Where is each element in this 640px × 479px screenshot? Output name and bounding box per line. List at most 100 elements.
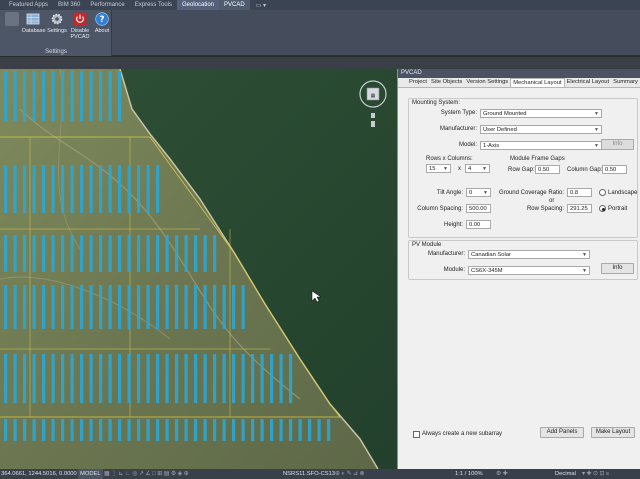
column-spacing-input[interactable]: 500.00 — [466, 204, 491, 213]
tilt-angle-select[interactable]: 0 ▼ — [466, 188, 491, 197]
settings-icon[interactable]: ⚙ ✚ — [496, 469, 508, 479]
landscape-label: Landscape — [608, 190, 638, 196]
tab-geolocation[interactable]: Geolocation — [177, 0, 220, 10]
pv-panel-row — [51, 165, 55, 213]
module-manufacturer-value: Canadian Solar — [471, 252, 511, 258]
column-gap-label: Column Gap: — [567, 167, 603, 173]
model-space-button[interactable]: MODEL — [78, 469, 103, 479]
tab-mechanical-layout[interactable]: Mechanical Layout — [510, 78, 565, 87]
coordinate-system-readout[interactable]: NSRS11.SFO-CS13 — [283, 469, 335, 479]
frame-gaps-label: Module Frame Gaps — [510, 156, 565, 162]
status-tools-icons[interactable]: ▦ ⋮ ⊾ ∟ ◎ ↗ ∠ □ ⊞ ▤ ⚙ ◈ ⊕ — [104, 469, 189, 479]
tab-pvcad[interactable]: PVCAD — [219, 0, 250, 10]
module-info-button[interactable]: Info — [601, 263, 634, 274]
pv-panel-row — [127, 165, 131, 213]
database-button[interactable]: Database — [22, 12, 46, 44]
pv-panel-row — [13, 285, 17, 329]
tilt-angle-value: 0 — [469, 190, 473, 196]
pv-panel-row — [89, 235, 93, 272]
tab-version-settings[interactable]: Version Settings — [464, 78, 510, 87]
pv-panel-row — [175, 235, 179, 272]
system-type-select[interactable]: Ground Mounted ▼ — [480, 109, 602, 118]
model-select[interactable]: 1-Axis ▼ — [480, 141, 602, 150]
drawing-viewport[interactable]: ▦ — [0, 69, 397, 469]
pv-panel-row — [61, 419, 65, 441]
pv-panel-row — [137, 354, 141, 403]
pv-panel-row — [156, 354, 160, 403]
always-create-checkbox[interactable] — [413, 431, 420, 438]
pv-panel-row — [108, 354, 112, 403]
ribbon-tab-bar: Featured Apps BIM 360 Performance Expres… — [0, 0, 640, 10]
pv-module-group: PV Module Manufacturer: Canadian Solar ▼ … — [408, 240, 638, 280]
pv-panel-row — [127, 235, 131, 272]
portrait-radio[interactable] — [599, 205, 606, 212]
disable-pvcad-button[interactable]: Disable PVCAD — [69, 12, 91, 44]
pv-panel-row — [89, 419, 93, 441]
customize-icons[interactable]: ▾ ✚ ⊙ ⊡ ≡ — [582, 469, 609, 479]
tab-project[interactable]: Project — [407, 78, 429, 87]
pv-panel-row — [4, 235, 8, 272]
pv-panel-row — [80, 285, 84, 329]
tab-electrical-layout[interactable]: Electrical Layout — [565, 78, 612, 87]
pv-panel-row — [232, 285, 236, 329]
model-value: 1-Axis — [483, 143, 500, 149]
pv-panel-row — [184, 235, 188, 272]
about-label: About — [94, 28, 110, 34]
pv-panel-row — [42, 235, 46, 272]
module-select[interactable]: CS6X-345M ▼ — [468, 266, 590, 275]
landscape-radio[interactable] — [599, 189, 606, 196]
pv-panel-row — [317, 419, 321, 441]
pv-panel-row — [51, 285, 55, 329]
pv-panel-row — [194, 354, 198, 403]
pv-panel-row — [241, 419, 245, 441]
row-gap-input[interactable]: 0.50 — [535, 165, 560, 174]
blank-ribbon-button[interactable] — [1, 12, 23, 44]
pv-panel-row — [251, 419, 255, 441]
tab-site-objects[interactable]: Site Objects — [429, 78, 464, 87]
pv-panel-row — [241, 285, 245, 329]
chevron-down-icon: ▼ — [482, 166, 487, 172]
scale-readout[interactable]: 1:1 / 100% — [455, 469, 483, 479]
mounting-info-button[interactable]: Info — [601, 139, 634, 150]
make-layout-button[interactable]: Make Layout — [591, 427, 635, 438]
pv-panel-row — [99, 354, 103, 403]
pv-panel-row — [13, 419, 17, 441]
gear-icon — [50, 12, 64, 26]
pv-panel-row — [270, 354, 274, 403]
tab-performance[interactable]: Performance — [85, 0, 129, 10]
about-button[interactable]: ? About — [91, 12, 113, 44]
pv-panel-row — [184, 354, 188, 403]
tab-featured-apps[interactable]: Featured Apps — [4, 0, 53, 10]
columns-select[interactable]: 4 ▼ — [465, 164, 490, 173]
pv-panel-row — [118, 285, 122, 329]
units-readout[interactable]: Decimal — [555, 469, 576, 479]
pv-panel-row — [70, 165, 74, 213]
ribbon-panel: Database Settings Disable PVCAD ? About — [0, 10, 640, 56]
pv-panel-row — [32, 235, 36, 272]
database-label: Database — [22, 28, 46, 34]
mounting-manufacturer-select[interactable]: User Defined ▼ — [480, 125, 602, 134]
pv-panel-row — [137, 165, 141, 213]
pv-panel-row — [260, 419, 264, 441]
pv-panel-row — [175, 354, 179, 403]
rows-columns-label: Rows x Columns: — [426, 156, 473, 162]
tab-express-tools[interactable]: Express Tools — [130, 0, 177, 10]
row-spacing-input[interactable]: 291.25 — [567, 204, 592, 213]
pv-panel-row — [23, 71, 27, 121]
gcr-input[interactable]: 0.8 — [567, 188, 592, 197]
annotation-icons[interactable]: ⊕ ◐ ✎ ⊿ ⊗ — [335, 469, 364, 479]
settings-button[interactable]: Settings — [46, 12, 68, 44]
pv-panel-row — [308, 419, 312, 441]
tab-bim-360[interactable]: BIM 360 — [53, 0, 85, 10]
pv-panel-row — [156, 165, 160, 213]
column-gap-input[interactable]: 0.50 — [602, 165, 627, 174]
chevron-down-icon: ▼ — [582, 268, 587, 274]
ribbon-options-icon[interactable]: ▭ ▾ — [256, 2, 266, 9]
add-panels-button[interactable]: Add Panels — [540, 427, 584, 438]
rows-select[interactable]: 15 ▼ — [426, 164, 451, 173]
pvcad-palette: PVCAD Project Site Objects Version Setti… — [397, 69, 640, 469]
tab-summary[interactable]: Summary — [611, 78, 640, 87]
height-input[interactable]: 0.00 — [466, 220, 491, 229]
module-manufacturer-select[interactable]: Canadian Solar ▼ — [468, 250, 590, 259]
pv-panel-row — [70, 354, 74, 403]
